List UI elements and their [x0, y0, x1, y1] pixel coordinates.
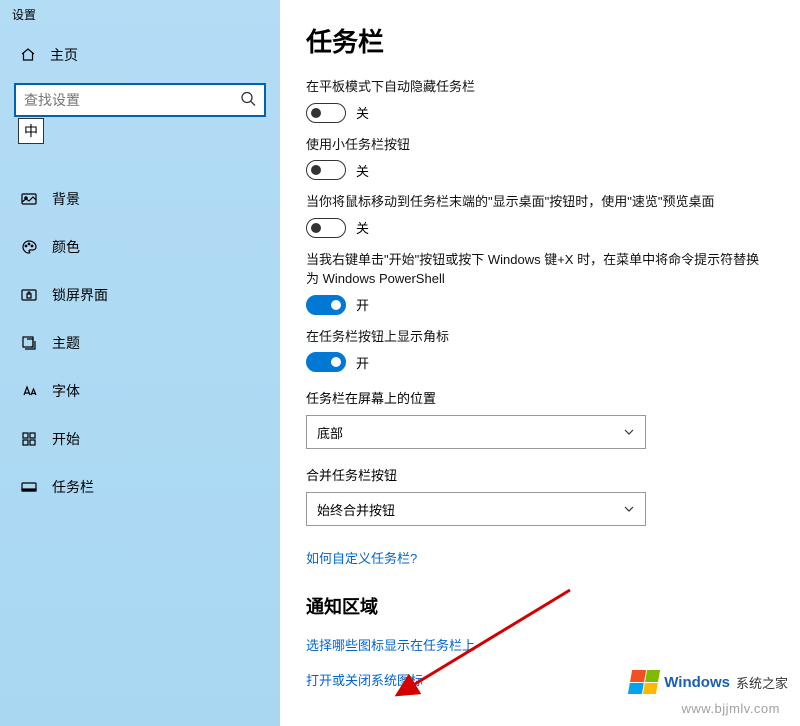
toggle-small-buttons[interactable]: [306, 160, 346, 180]
toggle-powershell[interactable]: [306, 295, 346, 315]
ime-badge[interactable]: 中: [18, 118, 44, 144]
search-wrap: [14, 83, 266, 117]
sidebar-item-label: 锁屏界面: [52, 285, 108, 305]
setting-label: 在任务栏按钮上显示角标: [306, 327, 770, 347]
sidebar: 设置 主页 中: [0, 0, 280, 726]
sidebar-item-label: 背景: [52, 189, 80, 209]
link-system-icons[interactable]: 打开或关闭系统图标: [306, 670, 423, 689]
watermark-brand: Windows: [664, 674, 730, 691]
sidebar-item-background[interactable]: 背景: [0, 175, 280, 223]
toggle-knob: [331, 300, 341, 310]
main-content: 任务栏 在平板模式下自动隐藏任务栏 关 使用小任务栏按钮 关 当你将鼠标移动到任…: [280, 0, 800, 726]
toggle-auto-hide-tablet[interactable]: [306, 103, 346, 123]
toggle-peek-desktop[interactable]: [306, 218, 346, 238]
sidebar-home[interactable]: 主页: [0, 37, 280, 75]
dropdown-label: 合并任务栏按钮: [306, 465, 770, 484]
search-icon: [240, 91, 256, 110]
chevron-down-icon: [623, 426, 635, 438]
fonts-icon: [20, 382, 38, 400]
sidebar-section-list: 背景 颜色 锁屏界面: [0, 153, 280, 511]
watermark-logo: Windows 系统之家: [630, 670, 788, 694]
toggle-state: 开: [356, 353, 369, 372]
setting-label: 在平板模式下自动隐藏任务栏: [306, 77, 770, 97]
sidebar-item-label: 开始: [52, 429, 80, 449]
setting-label: 当我右键单击"开始"按钮或按下 Windows 键+X 时，在菜单中将命令提示符…: [306, 250, 770, 289]
setting-label: 当你将鼠标移动到任务栏末端的"显示桌面"按钮时，使用"速览"预览桌面: [306, 192, 770, 212]
palette-icon: [20, 238, 38, 256]
page-title: 任务栏: [306, 22, 770, 59]
toggle-badges[interactable]: [306, 352, 346, 372]
toggle-knob: [311, 108, 321, 118]
start-icon: [20, 430, 38, 448]
toggle-state: 关: [356, 218, 369, 237]
chevron-down-icon: [623, 503, 635, 515]
home-icon: [20, 47, 36, 63]
toggle-knob: [311, 223, 321, 233]
sidebar-item-label: 任务栏: [52, 477, 94, 497]
dropdown-value: 底部: [317, 423, 343, 442]
sidebar-item-label: 字体: [52, 381, 80, 401]
app-title: 设置: [0, 4, 280, 37]
dropdown-label: 任务栏在屏幕上的位置: [306, 388, 770, 407]
toggle-state: 开: [356, 295, 369, 314]
link-select-taskbar-icons[interactable]: 选择哪些图标显示在任务栏上: [306, 635, 475, 654]
watermark-brand-suffix: 系统之家: [736, 673, 788, 692]
themes-icon: [20, 334, 38, 352]
link-customize-taskbar[interactable]: 如何自定义任务栏?: [306, 548, 417, 567]
toggle-knob: [311, 165, 321, 175]
taskbar-icon: [20, 478, 38, 496]
sidebar-item-themes[interactable]: 主题: [0, 319, 280, 367]
lockscreen-icon: [20, 286, 38, 304]
toggle-state: 关: [356, 161, 369, 180]
section-heading-notification: 通知区域: [306, 593, 770, 619]
toggle-state: 关: [356, 103, 369, 122]
setting-label: 使用小任务栏按钮: [306, 135, 770, 155]
sidebar-item-colors[interactable]: 颜色: [0, 223, 280, 271]
sidebar-home-label: 主页: [50, 45, 78, 65]
dropdown-position[interactable]: 底部: [306, 415, 646, 449]
sidebar-item-lockscreen[interactable]: 锁屏界面: [0, 271, 280, 319]
sidebar-item-start[interactable]: 开始: [0, 415, 280, 463]
toggle-knob: [331, 357, 341, 367]
search-input[interactable]: [14, 83, 266, 117]
sidebar-item-label: 颜色: [52, 237, 80, 257]
dropdown-value: 始终合并按钮: [317, 500, 395, 519]
sidebar-item-fonts[interactable]: 字体: [0, 367, 280, 415]
dropdown-combine[interactable]: 始终合并按钮: [306, 492, 646, 526]
sidebar-item-label: 主题: [52, 333, 80, 353]
watermark-url: www.bjjmlv.com: [682, 701, 781, 716]
sidebar-item-taskbar[interactable]: 任务栏: [0, 463, 280, 511]
windows-logo-icon: [628, 670, 660, 694]
picture-icon: [20, 190, 38, 208]
